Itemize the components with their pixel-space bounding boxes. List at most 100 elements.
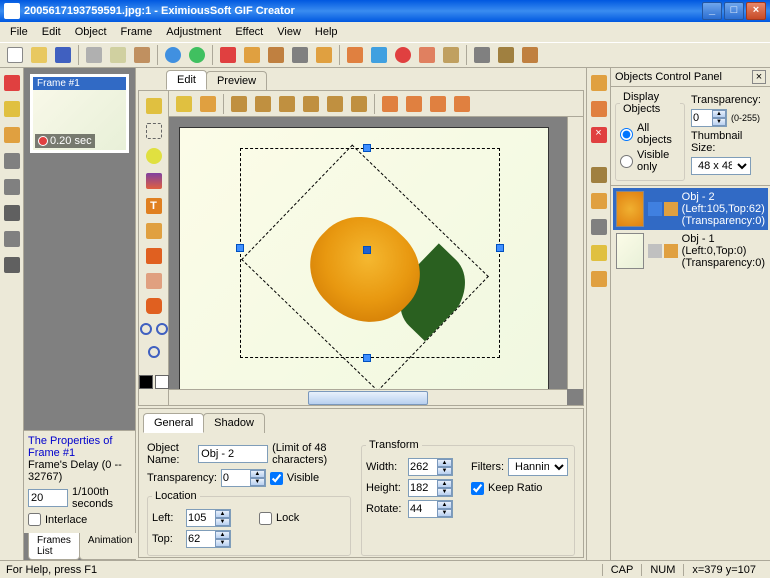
rotate-spinner[interactable]: ▲▼	[408, 500, 453, 518]
brush-icon[interactable]	[143, 245, 165, 267]
thumb-size-select[interactable]: 48 x 48	[691, 157, 751, 175]
eye-icon[interactable]	[648, 244, 662, 258]
layer-icon[interactable]	[451, 93, 473, 115]
align-icon[interactable]	[348, 93, 370, 115]
tool-icon[interactable]	[392, 44, 414, 66]
visible-checkbox[interactable]	[270, 472, 283, 485]
horizontal-scrollbar[interactable]	[169, 389, 567, 405]
pencil-icon[interactable]	[143, 220, 165, 242]
canvas-viewport[interactable]	[169, 117, 583, 405]
menu-view[interactable]: View	[271, 24, 307, 40]
eye-icon[interactable]	[648, 202, 662, 216]
frame-thumb[interactable]: Frame #1 0.20 sec	[30, 74, 129, 153]
object-item-2[interactable]: Obj - 2 (Left:105,Top:62) (Transparency:…	[613, 188, 768, 230]
undo-icon[interactable]	[162, 44, 184, 66]
shape-icon[interactable]	[143, 295, 165, 317]
menu-object[interactable]: Object	[69, 24, 113, 40]
eraser-icon[interactable]	[143, 270, 165, 292]
rotate-tool-icon[interactable]	[197, 93, 219, 115]
menu-edit[interactable]: Edit	[36, 24, 67, 40]
tool-icon[interactable]	[588, 98, 610, 120]
tool-icon[interactable]	[588, 190, 610, 212]
zoom-icon[interactable]	[143, 341, 165, 363]
copy-icon[interactable]	[107, 44, 129, 66]
tool-icon[interactable]	[1, 202, 23, 224]
align-icon[interactable]	[324, 93, 346, 115]
delete-icon[interactable]	[217, 44, 239, 66]
tool-icon[interactable]	[289, 44, 311, 66]
tool-icon[interactable]	[241, 44, 263, 66]
tool-icon[interactable]	[368, 44, 390, 66]
tool-icon[interactable]	[588, 268, 610, 290]
align-icon[interactable]	[228, 93, 250, 115]
save-icon[interactable]	[52, 44, 74, 66]
width-spinner[interactable]: ▲▼	[408, 458, 453, 476]
filters-select[interactable]: Hanning	[508, 458, 568, 476]
brightness-icon[interactable]	[143, 145, 165, 167]
keep-ratio-checkbox[interactable]	[471, 482, 484, 495]
resize-handle[interactable]	[363, 144, 371, 152]
tab-frames-list[interactable]: Frames List	[28, 533, 80, 560]
tool-icon[interactable]	[519, 44, 541, 66]
zoom-out-icon[interactable]	[155, 320, 169, 338]
lock-checkbox[interactable]	[259, 512, 272, 525]
cut-icon[interactable]	[83, 44, 105, 66]
color-swatches[interactable]	[139, 375, 169, 389]
maximize-button[interactable]: □	[724, 2, 744, 20]
all-objects-radio[interactable]	[620, 128, 633, 141]
visible-only-radio[interactable]	[620, 155, 633, 168]
scrollbar-thumb[interactable]	[308, 391, 427, 405]
tool-icon[interactable]	[1, 228, 23, 250]
menu-help[interactable]: Help	[309, 24, 344, 40]
tool-icon[interactable]	[495, 44, 517, 66]
background-color[interactable]	[155, 375, 169, 389]
tool-icon[interactable]	[1, 254, 23, 276]
lock-icon[interactable]	[664, 244, 678, 258]
zoom-in-icon[interactable]	[139, 320, 153, 338]
menu-adjustment[interactable]: Adjustment	[160, 24, 227, 40]
resize-handle[interactable]	[496, 244, 504, 252]
interlace-checkbox[interactable]	[28, 513, 41, 526]
resize-handle[interactable]	[236, 244, 244, 252]
foreground-color[interactable]	[139, 375, 153, 389]
tool-icon[interactable]	[265, 44, 287, 66]
tool-icon[interactable]	[588, 72, 610, 94]
menu-file[interactable]: File	[4, 24, 34, 40]
tool-icon[interactable]	[471, 44, 493, 66]
tool-icon[interactable]	[588, 216, 610, 238]
top-spinner[interactable]: ▲▼	[186, 530, 231, 548]
delay-input[interactable]	[28, 489, 68, 507]
image-icon[interactable]	[143, 170, 165, 192]
vertical-scrollbar[interactable]	[567, 117, 583, 389]
align-icon[interactable]	[252, 93, 274, 115]
paste-icon[interactable]	[131, 44, 153, 66]
align-icon[interactable]	[276, 93, 298, 115]
transp-spinner[interactable]: ▲▼	[691, 109, 727, 127]
tool-icon[interactable]	[1, 124, 23, 146]
text-icon[interactable]: T	[143, 195, 165, 217]
lock-icon[interactable]	[664, 202, 678, 216]
layer-icon[interactable]	[403, 93, 425, 115]
tab-animation[interactable]: Animation	[79, 533, 141, 560]
resize-handle[interactable]	[363, 354, 371, 362]
left-spinner[interactable]: ▲▼	[186, 509, 231, 527]
redo-icon[interactable]	[186, 44, 208, 66]
transparency-spinner[interactable]: ▲▼	[221, 469, 266, 487]
tool-icon[interactable]	[344, 44, 366, 66]
tool-icon[interactable]	[1, 176, 23, 198]
arrow-icon[interactable]	[143, 95, 165, 117]
tool-icon[interactable]	[440, 44, 462, 66]
align-icon[interactable]	[300, 93, 322, 115]
tool-icon[interactable]	[1, 72, 23, 94]
select-icon[interactable]	[143, 120, 165, 142]
tool-icon[interactable]	[1, 98, 23, 120]
open-icon[interactable]	[28, 44, 50, 66]
obj-name-input[interactable]	[198, 445, 268, 463]
new-icon[interactable]	[4, 44, 26, 66]
tool-icon[interactable]	[416, 44, 438, 66]
object-item-1[interactable]: Obj - 1 (Left:0,Top:0) (Transparency:0)	[613, 230, 768, 272]
close-button[interactable]: ×	[746, 2, 766, 20]
center-handle[interactable]	[363, 246, 371, 254]
menu-frame[interactable]: Frame	[115, 24, 159, 40]
tab-edit[interactable]: Edit	[166, 70, 207, 90]
